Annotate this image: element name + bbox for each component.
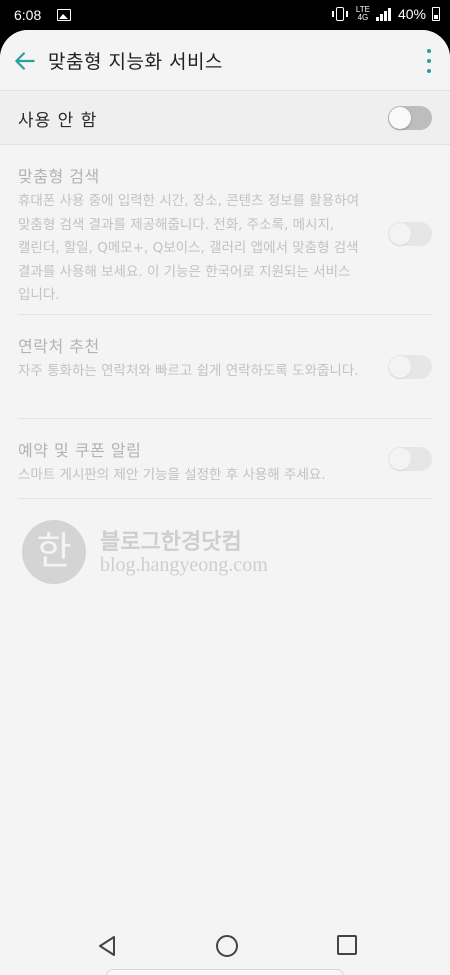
image-icon — [57, 9, 71, 21]
status-bar: 6:08 LTE 4G 40% — [0, 0, 450, 30]
nav-back-icon[interactable] — [96, 935, 118, 957]
navigation-bar — [0, 915, 450, 975]
custom-search-toggle — [388, 222, 432, 246]
nav-recent-icon[interactable] — [337, 935, 357, 955]
contact-suggestion-toggle[interactable] — [388, 355, 432, 379]
setting-custom-search: 맞춤형 검색 휴대폰 사용 중에 입력한 시간, 장소, 콘텐츠 정보를 활용하… — [18, 145, 432, 315]
app-header: 맞춤형 지능화 서비스 — [0, 30, 450, 91]
setting-contact-suggestion[interactable]: 연락처 추천 자주 통화하는 연락처와 빠르고 쉽게 연락하도록 도와줍니다. — [18, 315, 432, 419]
battery-icon — [432, 7, 440, 21]
signal-icon — [375, 7, 392, 21]
setting-description: 휴대폰 사용 중에 입력한 시간, 장소, 콘텐츠 정보를 활용하여 맞춤형 검… — [18, 193, 359, 303]
nav-home-icon[interactable] — [216, 935, 238, 957]
vibrate-icon — [331, 7, 348, 21]
setting-description: 스마트 게시판의 제안 기능을 설정한 후 사용해 주세요. — [18, 467, 326, 483]
setting-title: 맞춤형 검색 — [18, 167, 100, 186]
battery-percent: 40% — [397, 6, 426, 22]
watermark-seal: 한 — [22, 520, 86, 584]
gesture-handle[interactable] — [106, 969, 344, 975]
watermark-title: 블로그한경닷컴 — [100, 530, 242, 555]
reservation-coupon-toggle — [388, 447, 432, 471]
master-switch-label: 사용 안 함 — [18, 111, 98, 131]
master-switch-row[interactable]: 사용 안 함 — [0, 91, 450, 145]
setting-description: 자주 통화하는 연락처와 빠르고 쉽게 연락하도록 도와줍니다. — [18, 363, 359, 379]
status-time: 6:08 — [14, 7, 42, 23]
master-toggle[interactable] — [388, 106, 432, 130]
watermark-url: blog.hangyeong.com — [100, 554, 268, 576]
setting-title: 연락처 추천 — [18, 337, 100, 356]
lte-label-bottom: 4G — [357, 13, 369, 22]
more-vert-icon[interactable] — [426, 49, 432, 73]
setting-reservation-coupon: 예약 및 쿠폰 알림 스마트 게시판의 제안 기능을 설정한 후 사용해 주세요… — [18, 419, 432, 499]
arrow-left-icon[interactable] — [12, 48, 38, 74]
settings-screen: 맞춤형 지능화 서비스 사용 안 함 맞춤형 검색 휴대폰 사용 중에 입력한 … — [0, 30, 450, 975]
status-icons: LTE 4G 40% — [331, 6, 440, 22]
setting-title: 예약 및 쿠폰 알림 — [18, 441, 142, 460]
lte-icon: LTE 4G — [356, 6, 370, 22]
page-title: 맞춤형 지능화 서비스 — [48, 51, 223, 73]
